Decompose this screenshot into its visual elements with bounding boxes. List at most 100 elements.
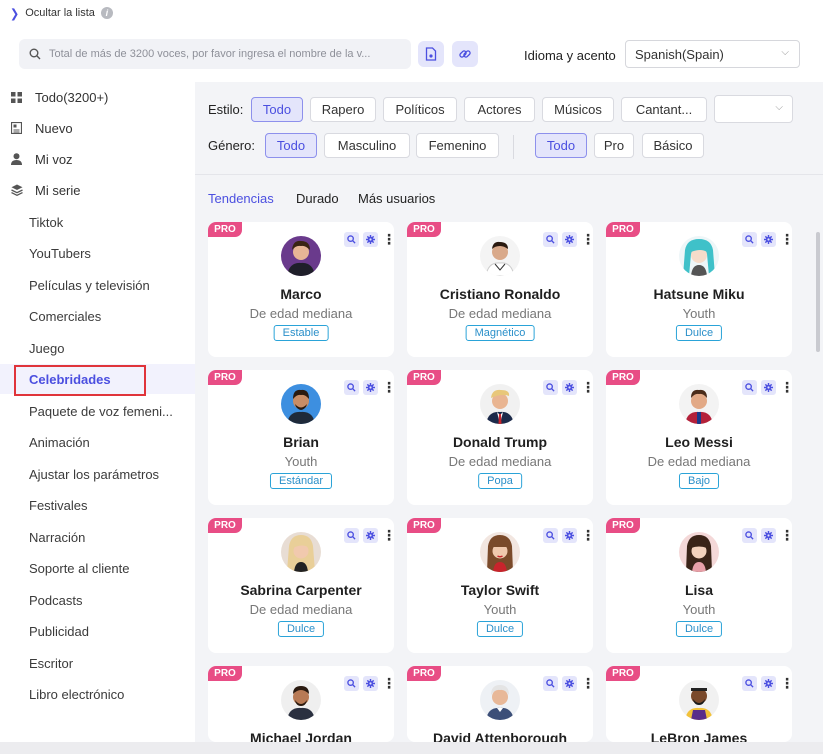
search-icon[interactable]: [742, 676, 757, 691]
more-options-icon[interactable]: ⋮: [780, 676, 792, 691]
sidebar-item-youtubers[interactable]: YouTubers: [0, 238, 195, 268]
search-icon[interactable]: [543, 528, 558, 543]
voice-card-brian[interactable]: PRO ⋮ Brian Youth Estándar: [208, 370, 394, 505]
style-chip-actors[interactable]: Actores: [464, 97, 535, 122]
hide-list-toggle[interactable]: ❯ Ocultar la lista i: [0, 0, 823, 26]
search-icon[interactable]: [543, 676, 558, 691]
upload-file-button[interactable]: [418, 41, 444, 67]
search-icon[interactable]: [344, 528, 359, 543]
avatar: [281, 236, 321, 276]
voice-card-marco[interactable]: PRO ⋮ Marco De edad mediana Estable: [208, 222, 394, 357]
sidebar-item-advertising[interactable]: Publicidad: [0, 616, 195, 646]
gear-icon[interactable]: [562, 676, 577, 691]
sidebar-item-narration[interactable]: Narración: [0, 522, 195, 552]
gender-chip-female[interactable]: Femenino: [416, 133, 499, 158]
voice-card-michael-jordan[interactable]: PRO ⋮ Michael Jordan: [208, 666, 394, 742]
link-button[interactable]: [452, 41, 478, 67]
style-more-select[interactable]: ⌵: [714, 95, 793, 123]
style-chip-rapper[interactable]: Rapero: [310, 97, 376, 122]
sidebar-item-my-voice[interactable]: Mi voz: [0, 144, 195, 174]
layers-icon: [10, 184, 23, 197]
gear-icon[interactable]: [363, 232, 378, 247]
sidebar-item-writer[interactable]: Escritor: [0, 648, 195, 678]
sort-most-users[interactable]: Más usuarios: [358, 191, 435, 206]
more-options-icon[interactable]: ⋮: [780, 232, 792, 247]
sidebar-item-commercials[interactable]: Comerciales: [0, 301, 195, 331]
voice-card-taylor-swift[interactable]: PRO ⋮ Taylor Swift Youth Dulce: [407, 518, 593, 653]
tier-chip-pro[interactable]: Pro: [594, 133, 634, 158]
voice-card-sabrina-carpenter[interactable]: PRO ⋮ Sabrina Carpenter De edad mediana …: [208, 518, 394, 653]
style-chip-politicians[interactable]: Políticos: [383, 97, 457, 122]
voice-card-donald-trump[interactable]: PRO ⋮ Donald Trump De edad mediana Popa: [407, 370, 593, 505]
sidebar-item-tiktok[interactable]: Tiktok: [0, 207, 195, 237]
sidebar-item-new[interactable]: Nuevo: [0, 113, 195, 143]
more-options-icon[interactable]: ⋮: [780, 528, 792, 543]
more-options-icon[interactable]: ⋮: [382, 232, 394, 247]
search-icon[interactable]: [742, 528, 757, 543]
more-options-icon[interactable]: ⋮: [382, 380, 394, 395]
voice-card-lisa[interactable]: PRO ⋮ Lisa Youth Dulce: [606, 518, 792, 653]
style-chip-all[interactable]: Todo: [251, 97, 303, 122]
search-icon[interactable]: [344, 380, 359, 395]
more-options-icon[interactable]: ⋮: [581, 676, 593, 691]
style-chip-musicians[interactable]: Músicos: [542, 97, 614, 122]
avatar: [679, 384, 719, 424]
sidebar-item-ebook[interactable]: Libro electrónico: [0, 679, 195, 709]
tier-chip-all[interactable]: Todo: [535, 133, 587, 158]
gear-icon[interactable]: [761, 676, 776, 691]
search-icon[interactable]: [742, 232, 757, 247]
gear-icon[interactable]: [562, 380, 577, 395]
gear-icon[interactable]: [761, 380, 776, 395]
sort-duration[interactable]: Durado: [296, 191, 339, 206]
gear-icon[interactable]: [363, 380, 378, 395]
voice-card-hatsune-miku[interactable]: PRO ⋮ Hatsune Miku Youth Dulce: [606, 222, 792, 357]
card-tools: ⋮: [738, 676, 792, 691]
scrollbar[interactable]: [816, 232, 820, 352]
more-options-icon[interactable]: ⋮: [382, 528, 394, 543]
card-tools: ⋮: [738, 380, 792, 395]
more-options-icon[interactable]: ⋮: [780, 380, 792, 395]
sidebar-item-animation[interactable]: Animación: [0, 427, 195, 457]
search-input[interactable]: [49, 48, 409, 60]
more-options-icon[interactable]: ⋮: [382, 676, 394, 691]
sidebar-item-podcasts[interactable]: Podcasts: [0, 585, 195, 615]
card-tools: ⋮: [340, 232, 394, 247]
search-icon[interactable]: [543, 232, 558, 247]
voice-age: Youth: [682, 306, 716, 321]
sidebar-item-festivals[interactable]: Festivales: [0, 490, 195, 520]
info-icon[interactable]: i: [100, 7, 113, 19]
tier-chip-basic[interactable]: Básico: [642, 133, 704, 158]
voice-card-cristiano-ronaldo[interactable]: PRO ⋮ Cristiano Ronaldo De edad mediana …: [407, 222, 593, 357]
sidebar-item-adjust-parameters[interactable]: Ajustar los parámetros: [0, 459, 195, 489]
search-icon[interactable]: [742, 380, 757, 395]
sidebar-item-movies-tv[interactable]: Películas y televisión: [0, 270, 195, 300]
search-icon[interactable]: [344, 676, 359, 691]
gear-icon[interactable]: [761, 528, 776, 543]
gear-icon[interactable]: [562, 232, 577, 247]
sidebar-item-female-voice-pack[interactable]: Paquete de voz femeni...: [0, 396, 195, 426]
voice-name: Cristiano Ronaldo: [439, 286, 561, 302]
language-select[interactable]: Spanish(Spain) ⌵: [625, 40, 800, 68]
search-icon[interactable]: [344, 232, 359, 247]
sidebar-item-game[interactable]: Juego: [0, 333, 195, 363]
gender-chip-all[interactable]: Todo: [265, 133, 317, 158]
more-options-icon[interactable]: ⋮: [581, 528, 593, 543]
more-options-icon[interactable]: ⋮: [581, 232, 593, 247]
sort-trending[interactable]: Tendencias: [208, 191, 274, 206]
gear-icon[interactable]: [363, 528, 378, 543]
gear-icon[interactable]: [363, 676, 378, 691]
sidebar-item-my-series[interactable]: Mi serie: [0, 175, 195, 205]
sidebar-item-customer-support[interactable]: Soporte al cliente: [0, 553, 195, 583]
avatar: [679, 236, 719, 276]
search-icon[interactable]: [543, 380, 558, 395]
pro-badge: PRO: [606, 666, 640, 681]
voice-card-lebron-james[interactable]: PRO ⋮ LeBron James: [606, 666, 792, 742]
voice-card-leo-messi[interactable]: PRO ⋮ Leo Messi De edad mediana Bajo: [606, 370, 792, 505]
gear-icon[interactable]: [761, 232, 776, 247]
style-chip-singers[interactable]: Cantant...: [621, 97, 707, 122]
sidebar-item-all[interactable]: Todo(3200+): [0, 82, 195, 112]
gear-icon[interactable]: [562, 528, 577, 543]
more-options-icon[interactable]: ⋮: [581, 380, 593, 395]
gender-chip-male[interactable]: Masculino: [324, 133, 410, 158]
voice-card-david-attenborough[interactable]: PRO ⋮ David Attenborough: [407, 666, 593, 742]
